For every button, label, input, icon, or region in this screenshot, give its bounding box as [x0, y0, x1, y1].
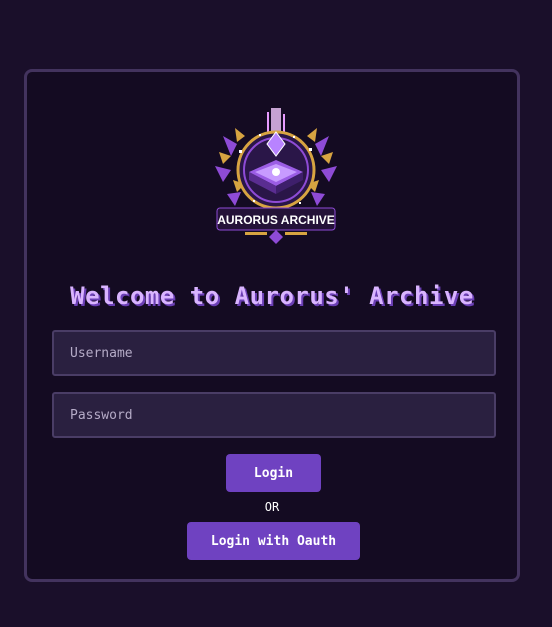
username-input[interactable]: [52, 330, 496, 376]
oauth-login-button[interactable]: Login with Oauth: [187, 522, 360, 560]
login-button[interactable]: Login: [226, 454, 321, 492]
logo-text: AURORUS ARCHIVE: [217, 213, 335, 227]
page-title: Welcome to Aurorus' Archive: [70, 282, 474, 310]
login-card: AURORUS ARCHIVE Welcome to Aurorus' Arch…: [24, 69, 520, 582]
aurorus-archive-logo: AURORUS ARCHIVE: [215, 108, 337, 244]
password-input[interactable]: [52, 392, 496, 438]
or-divider: OR: [264, 500, 280, 514]
